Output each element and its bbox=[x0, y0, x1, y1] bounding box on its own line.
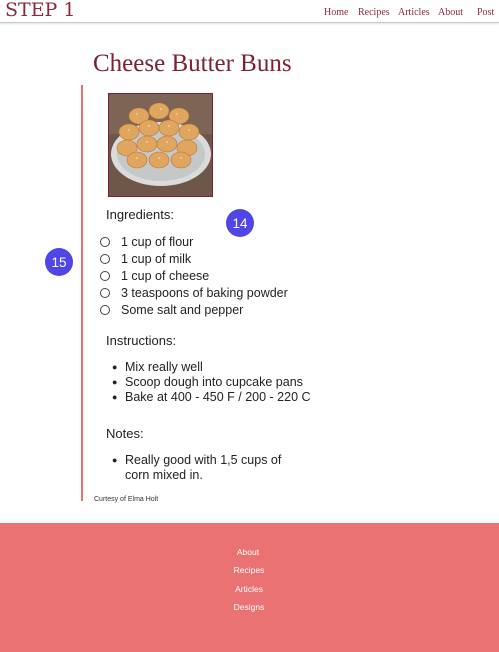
instruction-item: ● Bake at 400 - 450 F / 200 - 220 C bbox=[112, 390, 311, 405]
recipe-title: Cheese Butter Buns bbox=[93, 50, 292, 77]
number-badge: 15 bbox=[45, 248, 73, 276]
instruction-text: Bake at 400 - 450 F / 200 - 220 C bbox=[125, 390, 311, 404]
ingredient-radio[interactable] bbox=[100, 237, 110, 247]
ingredient-radio[interactable] bbox=[100, 305, 110, 315]
instruction-text: Scoop dough into cupcake pans bbox=[125, 375, 303, 389]
nav-about[interactable]: About bbox=[438, 7, 463, 18]
footer-link-about[interactable]: About bbox=[237, 547, 259, 557]
bullet-icon: ● bbox=[112, 362, 118, 372]
ingredient-label: 1 cup of cheese bbox=[121, 269, 210, 283]
ingredient-radio[interactable] bbox=[100, 254, 110, 264]
bullet-icon: ● bbox=[112, 377, 118, 387]
footer-link-articles[interactable]: Articles bbox=[235, 584, 263, 594]
instruction-item: ● Scoop dough into cupcake pans bbox=[112, 375, 303, 390]
nav-articles[interactable]: Articles bbox=[398, 7, 430, 18]
recipe-photo bbox=[108, 93, 213, 197]
nav-post[interactable]: Post bbox=[477, 7, 494, 18]
notes-heading: Notes: bbox=[106, 426, 144, 441]
top-navbar: STEP 1 Home Recipes Articles About Post bbox=[0, 0, 499, 23]
instruction-text: Mix really well bbox=[125, 360, 203, 374]
note-text: Really good with 1,5 cups of corn mixed … bbox=[125, 453, 282, 482]
ingredient-item[interactable]: 1 cup of milk bbox=[100, 251, 191, 267]
recipe-credit: Curtesy of Elma Holt bbox=[94, 496, 159, 503]
nav-recipes[interactable]: Recipes bbox=[358, 7, 390, 18]
ingredients-heading: Ingredients: bbox=[106, 207, 174, 222]
note-item: ● Really good with 1,5 cups of corn mixe… bbox=[112, 453, 302, 483]
instruction-item: ● Mix really well bbox=[112, 360, 203, 375]
footer-link-recipes[interactable]: Recipes bbox=[234, 565, 265, 575]
site-logo[interactable]: STEP 1 bbox=[5, 0, 75, 21]
ingredient-radio[interactable] bbox=[100, 288, 110, 298]
ingredient-item[interactable]: 1 cup of cheese bbox=[100, 268, 209, 284]
accent-divider bbox=[81, 85, 83, 501]
ingredient-label: 1 cup of milk bbox=[121, 252, 192, 266]
ingredient-item[interactable]: 1 cup of flour bbox=[100, 234, 193, 250]
number-badge: 14 bbox=[226, 209, 254, 237]
ingredient-item[interactable]: 3 teaspoons of baking powder bbox=[100, 285, 288, 301]
site-footer: About Recipes Articles Designs bbox=[0, 523, 499, 652]
ingredient-radio[interactable] bbox=[100, 271, 110, 281]
nav-home[interactable]: Home bbox=[324, 7, 348, 18]
ingredient-item[interactable]: Some salt and pepper bbox=[100, 302, 243, 318]
instructions-heading: Instructions: bbox=[106, 333, 177, 348]
bullet-icon: ● bbox=[112, 392, 118, 402]
footer-link-designs[interactable]: Designs bbox=[234, 602, 265, 612]
bullet-icon: ● bbox=[112, 455, 118, 465]
ingredient-label: Some salt and pepper bbox=[121, 303, 244, 317]
ingredient-label: 1 cup of flour bbox=[121, 235, 194, 249]
ingredient-label: 3 teaspoons of baking powder bbox=[121, 286, 288, 300]
